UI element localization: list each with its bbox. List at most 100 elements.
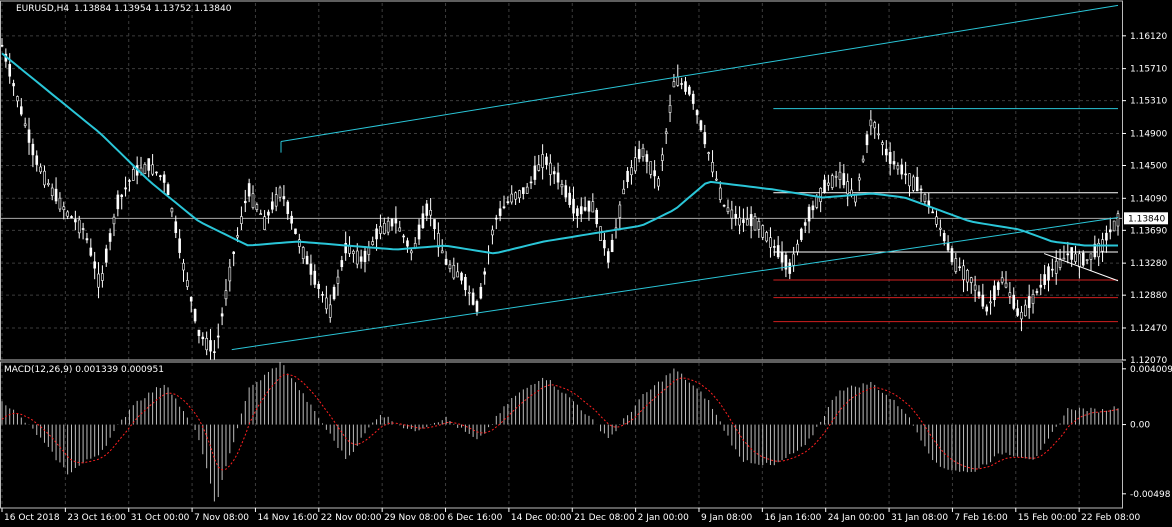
candle-body xyxy=(251,193,255,208)
candle-body xyxy=(120,194,124,198)
price-tick-label: 1.15310 xyxy=(1130,97,1167,107)
candle-body xyxy=(159,175,162,177)
candle-body xyxy=(494,217,498,220)
candle-body xyxy=(885,148,888,156)
candle-body xyxy=(869,119,873,127)
candle-body xyxy=(305,255,309,265)
time-tick-label: 23 Oct 16:00 xyxy=(67,513,126,523)
trading-chart[interactable]: 1.16120 1.15710 1.15310 1.14900 1.14500 1.140… xyxy=(0,0,1172,527)
candle-body xyxy=(912,176,915,191)
candle-body xyxy=(174,221,178,234)
candle-body xyxy=(792,253,795,266)
candle-body xyxy=(232,251,235,255)
candle-body xyxy=(560,184,564,188)
candle-body xyxy=(533,165,537,180)
candle-body xyxy=(74,219,77,223)
candle-body xyxy=(155,171,158,174)
candle-body xyxy=(1078,253,1081,268)
candle-body xyxy=(498,208,502,216)
candle-body xyxy=(0,44,4,47)
candle-body xyxy=(62,206,66,210)
candle-body xyxy=(475,301,479,312)
candle-body xyxy=(1066,253,1070,256)
candle-body xyxy=(1085,259,1089,261)
candle-body xyxy=(406,240,409,247)
time-tick-label: 2 Jan 00:00 xyxy=(638,513,690,523)
candle-body xyxy=(502,206,506,209)
candle-body xyxy=(915,176,919,192)
candle-body xyxy=(641,147,645,157)
candle-body xyxy=(757,221,761,230)
candle-body xyxy=(800,228,803,240)
candle-body xyxy=(606,251,610,263)
time-tick-label: 7 Nov 08:00 xyxy=(194,513,249,523)
candle-body xyxy=(379,226,382,234)
candle-body xyxy=(464,276,467,291)
candle-body xyxy=(908,173,911,187)
candle-body xyxy=(1054,260,1058,274)
candle-body xyxy=(892,161,896,165)
candle-body xyxy=(765,232,768,242)
candle-body xyxy=(35,155,39,165)
candle-body xyxy=(985,306,989,312)
candle-body xyxy=(718,187,722,200)
candle-body xyxy=(583,207,587,211)
candle-body xyxy=(525,186,529,194)
time-tick-label: 7 Feb 16:00 xyxy=(954,513,1008,523)
candle-body xyxy=(711,162,714,173)
candle-body xyxy=(1020,311,1023,320)
candle-body xyxy=(688,86,691,95)
candle-body xyxy=(1000,277,1004,283)
candle-body xyxy=(274,194,278,207)
candle-body xyxy=(124,187,127,190)
time-tick-label: 6 Dec 16:00 xyxy=(448,513,503,523)
candle-body xyxy=(556,172,560,183)
candle-body xyxy=(224,290,228,300)
candle-body xyxy=(112,216,116,225)
candle-body xyxy=(514,192,517,200)
candle-body xyxy=(452,264,456,279)
candle-body xyxy=(668,105,672,113)
candle-body xyxy=(753,216,757,231)
candle-body xyxy=(16,96,19,102)
candle-body xyxy=(429,210,432,216)
candle-body xyxy=(1035,291,1039,293)
candle-body xyxy=(166,184,170,196)
candle-body xyxy=(93,261,96,269)
candle-body xyxy=(827,182,830,186)
candle-body xyxy=(745,219,749,226)
candle-body xyxy=(355,250,359,265)
candle-body xyxy=(108,233,112,242)
candle-body xyxy=(518,190,521,199)
candle-body xyxy=(1074,253,1077,262)
candle-body xyxy=(854,194,857,203)
candle-body xyxy=(680,83,683,85)
candle-body xyxy=(931,211,934,214)
candle-body xyxy=(340,260,344,268)
candle-body xyxy=(591,201,595,213)
candle-body xyxy=(661,154,664,161)
candle-body xyxy=(830,175,834,188)
candle-body xyxy=(50,187,54,197)
candle-body xyxy=(460,272,463,281)
macd-label: MACD(12,26,9) 0.001339 0.000951 xyxy=(4,365,164,375)
candle-body xyxy=(803,222,807,226)
candle-body xyxy=(467,291,471,294)
candle-body xyxy=(1027,296,1031,308)
candle-body xyxy=(143,164,147,174)
candle-body xyxy=(610,239,614,253)
candle-body xyxy=(456,271,459,278)
candle-body xyxy=(649,161,653,175)
candle-body xyxy=(522,187,525,194)
candle-body xyxy=(780,251,784,263)
candle-body xyxy=(730,209,734,219)
candle-body xyxy=(738,217,741,226)
candle-body xyxy=(162,174,166,183)
candle-body xyxy=(595,209,598,225)
candle-body xyxy=(321,294,324,296)
candle-body xyxy=(529,181,533,184)
candle-body xyxy=(568,192,571,205)
candle-body xyxy=(85,238,89,241)
time-tick-label: 22 Nov 00:00 xyxy=(321,513,382,523)
candle-body xyxy=(966,270,969,283)
